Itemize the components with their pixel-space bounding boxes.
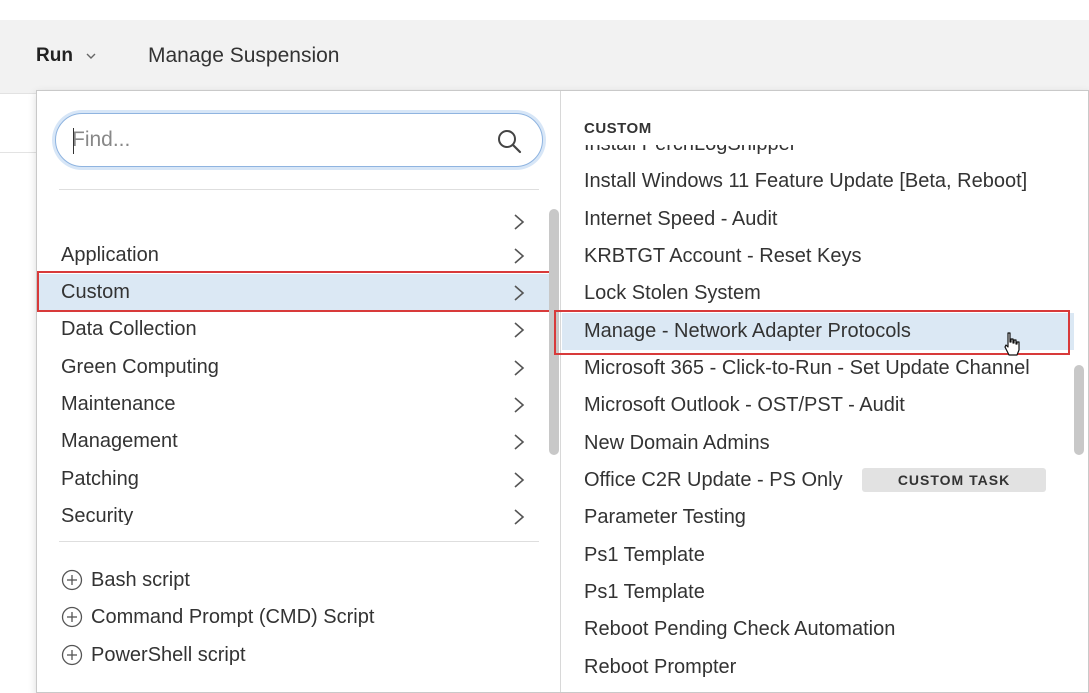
chevron-right-icon <box>514 360 525 376</box>
custom-section-header: CUSTOM <box>584 120 652 137</box>
task-label: Manage - Network Adapter Protocols <box>584 320 911 342</box>
category-item-green-computing[interactable]: Green Computing <box>37 349 549 386</box>
chevron-right-icon <box>514 434 525 450</box>
script-label: PowerShell script <box>91 643 246 666</box>
category-item-data-collection[interactable]: Data Collection <box>37 311 549 348</box>
plus-circle-icon <box>61 569 83 591</box>
task-item[interactable]: Install Windows 11 Feature Update [Beta,… <box>562 163 1074 200</box>
category-label: Custom <box>61 281 130 303</box>
task-item[interactable]: Ps1 Template <box>562 574 1074 611</box>
manage-suspension-button[interactable]: Manage Suspension <box>148 44 339 68</box>
category-label: Patching <box>61 468 139 490</box>
task-label: Install PerchLogShipper <box>584 145 796 156</box>
task-label: Microsoft Outlook - OST/PST - Audit <box>584 394 905 416</box>
chevron-right-icon <box>514 472 525 488</box>
category-item-unnamed[interactable] <box>37 203 549 240</box>
task-item[interactable]: Install PerchLogShipper <box>562 145 1074 163</box>
plus-circle-icon <box>61 644 83 666</box>
category-scrollbar[interactable] <box>549 209 559 455</box>
bash-script-item[interactable]: Bash script <box>61 565 190 595</box>
category-label: Security <box>61 505 134 525</box>
text-caret <box>73 128 74 154</box>
run-label: Run <box>36 45 73 66</box>
category-label: Application <box>61 244 159 266</box>
scripts-divider <box>59 541 539 542</box>
chevron-down-icon <box>86 53 96 59</box>
task-label: Microsoft 365 - Click-to-Run - Set Updat… <box>584 357 1030 379</box>
task-item[interactable]: Microsoft 365 - Click-to-Run - Set Updat… <box>562 350 1074 387</box>
category-label: Green Computing <box>61 356 219 378</box>
task-item[interactable]: Lock Stolen System <box>562 275 1074 312</box>
category-label: Data Collection <box>61 318 197 340</box>
task-item[interactable]: Office C2R Update - PS Only CUSTOM TASK <box>562 462 1074 499</box>
task-item-hovered[interactable]: Manage - Network Adapter Protocols <box>562 313 1074 350</box>
toolbar: Run Manage Suspension <box>0 20 1089 94</box>
category-item-custom[interactable]: Custom <box>37 274 549 311</box>
chevron-right-icon <box>514 285 525 301</box>
search-icon[interactable] <box>496 128 522 154</box>
search-divider <box>59 189 539 190</box>
run-menu-button[interactable]: Run <box>36 45 97 67</box>
chevron-right-icon <box>514 397 525 413</box>
task-item[interactable]: Internet Speed - Audit <box>562 201 1074 238</box>
plus-circle-icon <box>61 606 83 628</box>
task-label: Reboot Pending Check Automation <box>584 618 896 640</box>
category-label: Maintenance <box>61 393 176 415</box>
script-label: Bash script <box>91 568 190 591</box>
task-item[interactable]: Reboot Prompter <box>562 649 1074 686</box>
top-strip <box>0 0 1089 20</box>
chevron-right-icon <box>514 214 525 230</box>
chevron-right-icon <box>514 248 525 264</box>
task-item[interactable]: Microsoft Outlook - OST/PST - Audit <box>562 387 1074 424</box>
task-label: KRBTGT Account - Reset Keys <box>584 245 862 267</box>
task-item[interactable]: Ps1 Template <box>562 537 1074 574</box>
task-item[interactable]: KRBTGT Account - Reset Keys <box>562 238 1074 275</box>
custom-task-pane: CUSTOM Install PerchLogShipper Install W… <box>554 91 1088 692</box>
cmd-script-item[interactable]: Command Prompt (CMD) Script <box>61 602 374 632</box>
powershell-script-item[interactable]: PowerShell script <box>61 640 246 670</box>
task-label: New Domain Admins <box>584 432 770 454</box>
category-label: Management <box>61 430 178 452</box>
task-label: Internet Speed - Audit <box>584 208 778 230</box>
task-list: Install PerchLogShipper Install Windows … <box>562 145 1074 692</box>
task-label: Office C2R Update - PS Only <box>584 469 843 491</box>
task-label: Lock Stolen System <box>584 282 761 304</box>
script-label: Command Prompt (CMD) Script <box>91 605 375 628</box>
task-label: Install Windows 11 Feature Update [Beta,… <box>584 170 1028 192</box>
task-scrollbar[interactable] <box>1074 365 1084 455</box>
run-dropdown-panel: Application Custom Data Collection Green… <box>36 90 1089 693</box>
task-item[interactable]: Parameter Testing <box>562 499 1074 536</box>
category-list: Application Custom Data Collection Green… <box>37 203 549 525</box>
task-label: Parameter Testing <box>584 506 746 528</box>
category-item-management[interactable]: Management <box>37 423 549 460</box>
category-pane: Application Custom Data Collection Green… <box>37 91 561 692</box>
task-label: Reboot Prompter <box>584 656 737 678</box>
task-label: Ps1 Template <box>584 544 705 566</box>
chevron-right-icon <box>514 509 525 525</box>
category-item-patching[interactable]: Patching <box>37 461 549 498</box>
category-item-maintenance[interactable]: Maintenance <box>37 386 549 423</box>
search-input[interactable] <box>72 124 472 156</box>
task-item[interactable]: New Domain Admins <box>562 425 1074 462</box>
task-item[interactable]: Reboot Pending Check Automation <box>562 611 1074 648</box>
custom-task-badge: CUSTOM TASK <box>862 468 1046 492</box>
chevron-right-icon <box>514 322 525 338</box>
task-label: Ps1 Template <box>584 581 705 603</box>
background-divider <box>0 152 36 153</box>
category-item-security[interactable]: Security <box>37 498 549 525</box>
search-box[interactable] <box>55 113 543 167</box>
hand-cursor-icon <box>1004 332 1020 356</box>
category-item-application[interactable]: Application <box>37 237 549 274</box>
